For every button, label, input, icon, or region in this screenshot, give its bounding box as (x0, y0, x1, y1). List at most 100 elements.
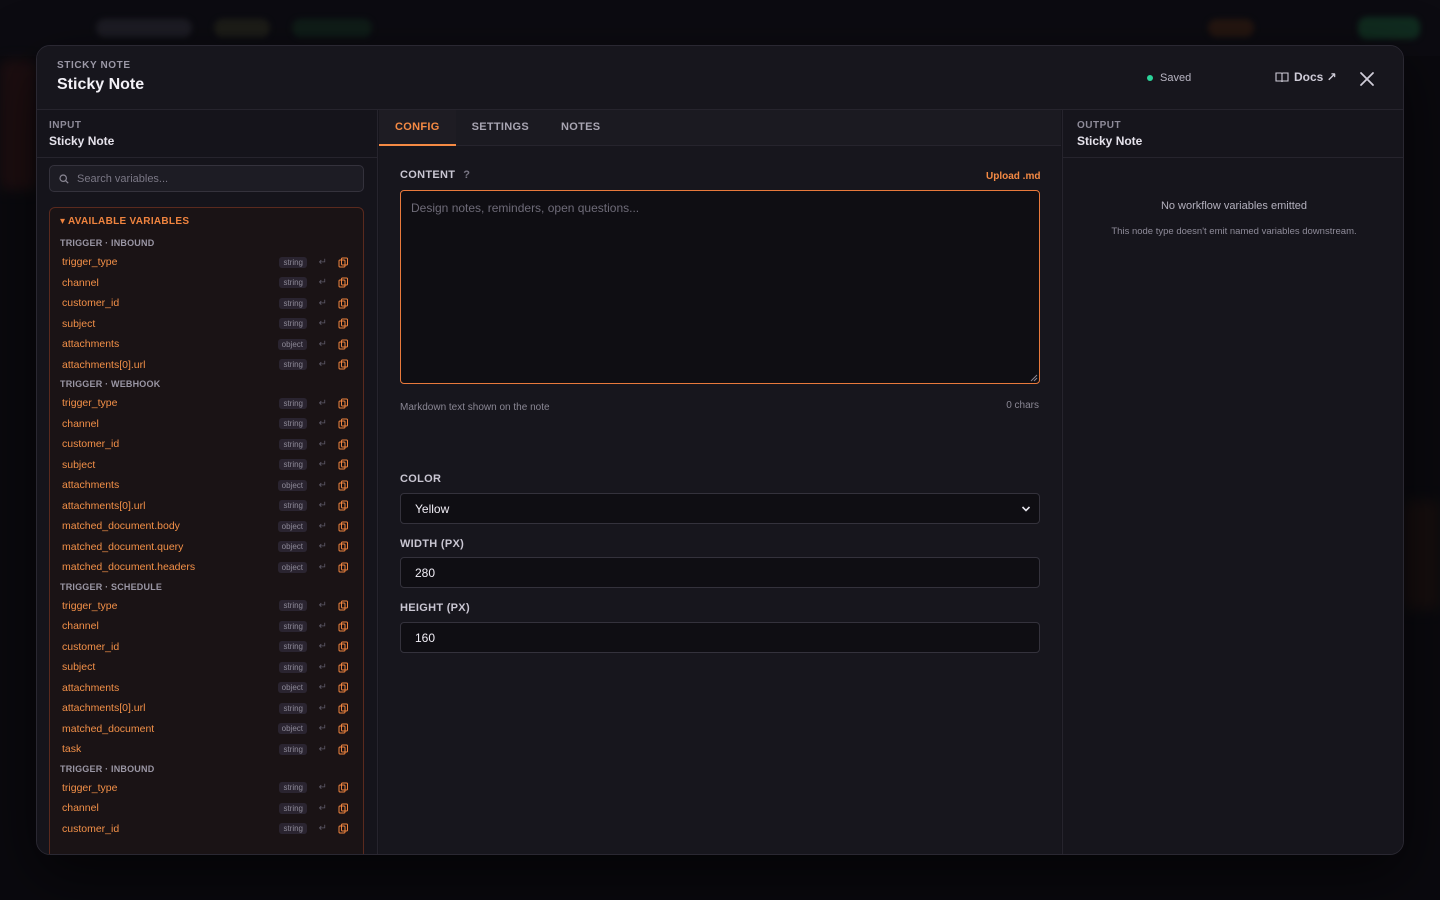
variable-name[interactable]: task (62, 743, 81, 755)
variable-name[interactable]: channel (62, 277, 99, 289)
insert-icon[interactable]: ↵ (319, 744, 327, 755)
variable-name[interactable]: attachments (62, 479, 119, 491)
copy-icon[interactable] (338, 621, 349, 632)
variable-name[interactable]: trigger_type (62, 397, 117, 409)
variable-name[interactable]: channel (62, 418, 99, 430)
copy-icon[interactable] (338, 359, 349, 370)
insert-icon[interactable]: ↵ (319, 600, 327, 611)
copy-icon[interactable] (338, 744, 349, 755)
width-input[interactable]: 280 (400, 557, 1040, 588)
insert-icon[interactable]: ↵ (319, 439, 327, 450)
copy-icon[interactable] (338, 541, 349, 552)
insert-icon[interactable]: ↵ (319, 562, 327, 573)
variable-name[interactable]: trigger_type (62, 600, 117, 612)
variable-row[interactable]: attachments object ↵ (50, 334, 363, 355)
variable-row[interactable]: trigger_type string ↵ (50, 778, 363, 799)
variable-row[interactable]: customer_id string ↵ (50, 637, 363, 658)
insert-icon[interactable]: ↵ (319, 682, 327, 693)
upload-md-button[interactable]: Upload .md (986, 171, 1040, 182)
tab-notes[interactable]: NOTES (545, 110, 616, 146)
variable-name[interactable]: subject (62, 459, 95, 471)
insert-icon[interactable]: ↵ (319, 359, 327, 370)
variable-name[interactable]: attachments[0].url (62, 500, 145, 512)
variable-row[interactable]: channel string ↵ (50, 273, 363, 294)
variable-row[interactable]: matched_document.query object ↵ (50, 537, 363, 558)
variable-name[interactable]: attachments (62, 338, 119, 350)
copy-icon[interactable] (338, 682, 349, 693)
close-icon[interactable] (1355, 67, 1379, 91)
copy-icon[interactable] (338, 398, 349, 409)
insert-icon[interactable]: ↵ (319, 480, 327, 491)
resize-handle-icon[interactable] (1030, 374, 1038, 382)
variable-name[interactable]: matched_document.headers (62, 561, 195, 573)
variable-name[interactable]: attachments[0].url (62, 359, 145, 371)
variable-name[interactable]: channel (62, 802, 99, 814)
variable-row[interactable]: channel string ↵ (50, 414, 363, 435)
copy-icon[interactable] (338, 318, 349, 329)
variable-row[interactable]: trigger_type string ↵ (50, 596, 363, 617)
docs-link[interactable]: Docs ↗ (1275, 70, 1337, 84)
variable-row[interactable]: customer_id string ↵ (50, 434, 363, 455)
variable-name[interactable]: subject (62, 661, 95, 673)
variable-row[interactable]: attachments[0].url string ↵ (50, 496, 363, 517)
copy-icon[interactable] (338, 703, 349, 714)
insert-icon[interactable]: ↵ (319, 398, 327, 409)
variable-name[interactable]: customer_id (62, 297, 119, 309)
copy-icon[interactable] (338, 521, 349, 532)
content-textarea[interactable] (400, 190, 1040, 384)
variable-name[interactable]: matched_document.query (62, 541, 183, 553)
tab-config[interactable]: CONFIG (379, 110, 456, 146)
insert-icon[interactable]: ↵ (319, 500, 327, 511)
variable-row[interactable]: attachments[0].url string ↵ (50, 355, 363, 376)
copy-icon[interactable] (338, 500, 349, 511)
insert-icon[interactable]: ↵ (319, 823, 327, 834)
copy-icon[interactable] (338, 641, 349, 652)
insert-icon[interactable]: ↵ (319, 621, 327, 632)
variable-row[interactable]: matched_document object ↵ (50, 719, 363, 740)
copy-icon[interactable] (338, 782, 349, 793)
variable-name[interactable]: trigger_type (62, 782, 117, 794)
available-variables-toggle[interactable]: ▾ AVAILABLE VARIABLES (50, 208, 363, 234)
color-select[interactable]: Yellow (400, 493, 1040, 524)
variable-name[interactable]: subject (62, 318, 95, 330)
help-icon[interactable]: ? (463, 169, 470, 181)
variable-row[interactable]: channel string ↵ (50, 616, 363, 637)
copy-icon[interactable] (338, 823, 349, 834)
insert-icon[interactable]: ↵ (319, 541, 327, 552)
variable-row[interactable]: matched_document.headers object ↵ (50, 557, 363, 578)
variable-name[interactable]: attachments[0].url (62, 702, 145, 714)
variable-name[interactable]: channel (62, 620, 99, 632)
variable-row[interactable]: channel string ↵ (50, 798, 363, 819)
insert-icon[interactable]: ↵ (319, 703, 327, 714)
variable-name[interactable]: customer_id (62, 823, 119, 835)
copy-icon[interactable] (338, 298, 349, 309)
insert-icon[interactable]: ↵ (319, 521, 327, 532)
variable-name[interactable]: trigger_type (62, 256, 117, 268)
insert-icon[interactable]: ↵ (319, 641, 327, 652)
insert-icon[interactable]: ↵ (319, 459, 327, 470)
insert-icon[interactable]: ↵ (319, 723, 327, 734)
insert-icon[interactable]: ↵ (319, 277, 327, 288)
variable-row[interactable]: attachments object ↵ (50, 475, 363, 496)
variable-row[interactable]: attachments object ↵ (50, 678, 363, 699)
insert-icon[interactable]: ↵ (319, 339, 327, 350)
variable-search[interactable] (49, 165, 364, 192)
variable-row[interactable]: subject string ↵ (50, 657, 363, 678)
variable-row[interactable]: customer_id string ↵ (50, 293, 363, 314)
variable-row[interactable]: trigger_type string ↵ (50, 393, 363, 414)
variable-name[interactable]: matched_document (62, 723, 154, 735)
variable-name[interactable]: matched_document.body (62, 520, 180, 532)
copy-icon[interactable] (338, 418, 349, 429)
variable-row[interactable]: matched_document.body object ↵ (50, 516, 363, 537)
copy-icon[interactable] (338, 439, 349, 450)
insert-icon[interactable]: ↵ (319, 298, 327, 309)
insert-icon[interactable]: ↵ (319, 803, 327, 814)
variable-row[interactable]: task string ↵ (50, 739, 363, 760)
variable-name[interactable]: customer_id (62, 438, 119, 450)
insert-icon[interactable]: ↵ (319, 418, 327, 429)
insert-icon[interactable]: ↵ (319, 782, 327, 793)
copy-icon[interactable] (338, 600, 349, 611)
copy-icon[interactable] (338, 803, 349, 814)
copy-icon[interactable] (338, 480, 349, 491)
variable-name[interactable]: customer_id (62, 641, 119, 653)
